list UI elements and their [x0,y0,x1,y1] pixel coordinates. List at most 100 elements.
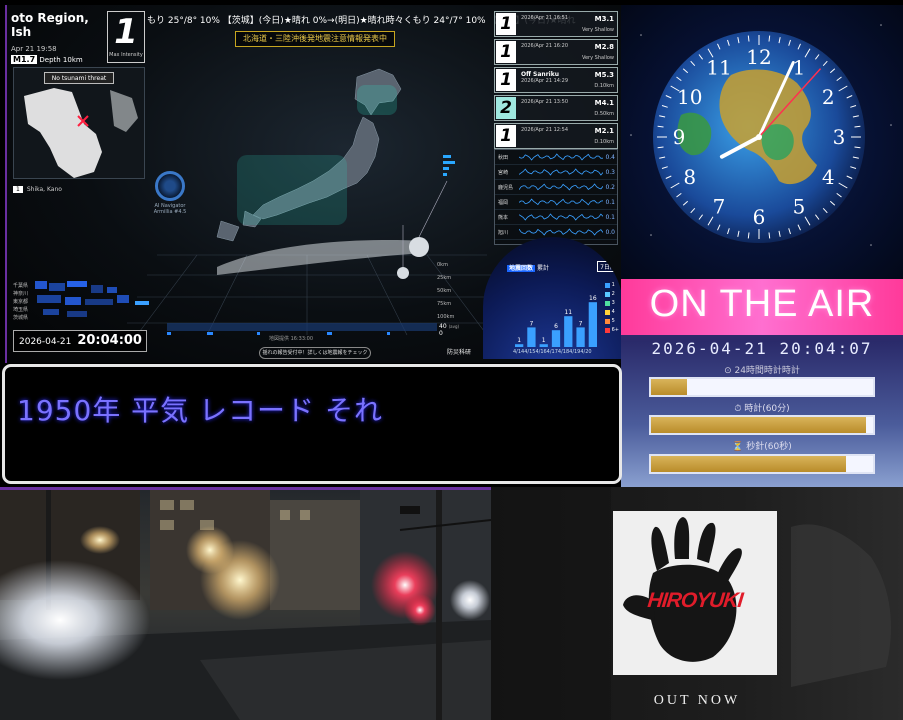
recent-quake-list: 1 2026/Apr 21 16:51 M3.1 Very Shallow 1 2026/… [494,11,618,151]
legend-unit: (avg) [448,324,460,329]
legend-label: 5 [611,318,615,324]
legend-label: 3 [611,300,615,306]
max-intensity-value: 1 [114,12,138,52]
quake-list-item[interactable]: 1 2026/Apr 21 12:54 M2.1 D.10km [494,123,618,149]
on-air-title: ON THE AIR [649,283,875,325]
quake-info: 2026/Apr 21 13:50 M4.1 D.50km [517,96,617,120]
depth-scale-label: 0km [437,262,448,268]
station-name: 鹿児島 [498,184,514,191]
count-bar [564,316,573,347]
quake-mag: M2.8 [594,43,614,51]
clock-numeral: 11 [706,56,731,80]
quake-depth: D.10km [594,83,614,89]
legend-label: 1 [611,282,615,288]
magnitude-legend: 40 (avg) 0 [439,323,459,337]
seismograph-row: 鹿児島 0.2 [495,180,617,195]
quake-info: 2026/Apr 21 12:54 M2.1 D.10km [517,124,617,148]
legend-swatch [604,292,610,297]
quake-mag: M5.3 [594,71,614,79]
svg-text:東京都: 東京都 [13,298,28,305]
album-cover[interactable]: HIROYUKI [613,511,777,675]
waveform [519,183,603,191]
count-bar-label: 7 [530,320,534,327]
intensity-legend: 1 2 3 4 5 6+ [604,281,619,335]
on-air-datetime: 2026-04-21 20:04:07 [651,339,873,358]
quake-intensity: 1 [496,69,516,91]
svg-text:埼玉県: 埼玉県 [13,306,28,313]
depth-scale-label: 75km [437,301,452,307]
quake-time: Apr 21 19:58 [11,45,57,53]
clock-numeral: 5 [793,194,806,218]
clock-numeral: 2 [822,85,835,109]
waveform [519,168,603,176]
clock-tick [657,125,664,128]
legend-entry: 6+ [604,326,619,335]
clock-numeral: 8 [683,165,696,189]
station-value: 0.1 [605,213,615,221]
quake-intensity: 1 [496,13,516,35]
report-button[interactable]: 揺れの報告受付中！詳しくは地震報をチェック [259,347,371,359]
location-index: 1 [13,186,23,193]
depth-scale-label: 50km [437,288,452,294]
on-air-hours-label: ⊙ 24時間時計時計 [724,366,800,376]
magnitude-badge: M1.7 [11,55,38,64]
legend-0: 0 [439,330,443,337]
max-intensity-label: Max Intensity [109,52,143,58]
progress-label-2: ⏱ 時計(60分) [734,404,790,414]
ai-navigator: AI Navigator Armillia #4.5 [145,171,195,215]
clock-numeral: 9 [673,125,686,149]
clock-tick [768,35,771,42]
progress-bar-3 [649,454,875,474]
region-name: oto Region, Ish [11,11,89,39]
map-stamp: 地図提供 16:33:00 [269,336,314,342]
activity-heatmap [35,281,149,317]
alert-banner: 北海道・三陸沖後発地震注意情報発表中 [235,31,395,47]
quake-depth: Very Shallow [581,27,614,33]
period-toggle[interactable]: 7日間 [597,261,619,272]
seismograph-panel: 秋田 0.4 宮崎 0.3 鹿児島 0.2 福岡 0.1 熊本 0.1 旭川 0.0 [494,149,618,245]
latest-quake-card: oto Region, Ish Apr 21 19:58 M1.7 Depth … [11,11,111,64]
epicenter-minimap: No tsunami threat [13,67,145,179]
caption-text: 1950年 平気 レコード それ [17,394,383,427]
bosai-credit: 防災科研 [447,349,472,356]
waveform [519,198,603,206]
quake-list-item[interactable]: 1 2026/Apr 21 16:20 M2.8 Very Shallow [494,39,618,65]
progress-bar-2 [649,415,875,435]
quake-list-item[interactable]: 1 2026/Apr 21 16:51 M3.1 Very Shallow [494,11,618,37]
station-name: 旭川 [498,229,509,236]
svg-text:茨城県: 茨城県 [13,314,28,321]
legend-entry: 5 [604,317,619,326]
legend-label: 2 [611,291,615,297]
depth-scale-label: 25km [437,275,452,281]
seismograph-row: 福岡 0.1 [495,195,617,210]
quake-list-item[interactable]: 1 Off Sanriku 2026/Apr 21 14:29 M5.3 D.10km [494,67,618,93]
clock-tick [747,232,750,239]
svg-text:千葉県: 千葉県 [13,282,28,289]
quake-depth: Very Shallow [581,55,614,61]
seismograph-row: 熊本 0.1 [495,210,617,225]
count-x-axis: 4/144/154/164/174/184/194/20 [513,349,592,355]
station-value: 0.2 [605,183,615,191]
legend-entry: 3 [604,299,619,308]
progress-fill-2 [651,417,867,433]
count-bar [551,330,561,347]
quake-list-item[interactable]: 2 2026/Apr 21 13:50 M4.1 D.50km [494,95,618,121]
quake-depth: D.50km [594,111,614,117]
station-name: 福岡 [498,199,509,206]
station-name: 宮崎 [498,169,509,176]
progress-fill-1 [651,379,687,395]
quake-intensity: 2 [496,97,516,119]
legend-40: 40 [439,323,447,330]
station-value: 0.3 [605,168,615,176]
legend-swatch [604,283,610,288]
seismograph-row: 秋田 0.4 [495,150,617,165]
progress-fill-3 [651,456,847,472]
datetime-box: 2026-04-21 20:04:00 [13,330,147,352]
count-bar [527,327,536,347]
quake-info: 2026/Apr 21 16:51 M3.1 Very Shallow [517,12,617,36]
count-bar [539,344,548,347]
clock-numeral: 12 [746,45,771,69]
caption-box: 1950年 平気 レコード それ [2,364,622,484]
progress-bar-1 [649,377,875,397]
count-bar-label: 1 [517,337,521,344]
